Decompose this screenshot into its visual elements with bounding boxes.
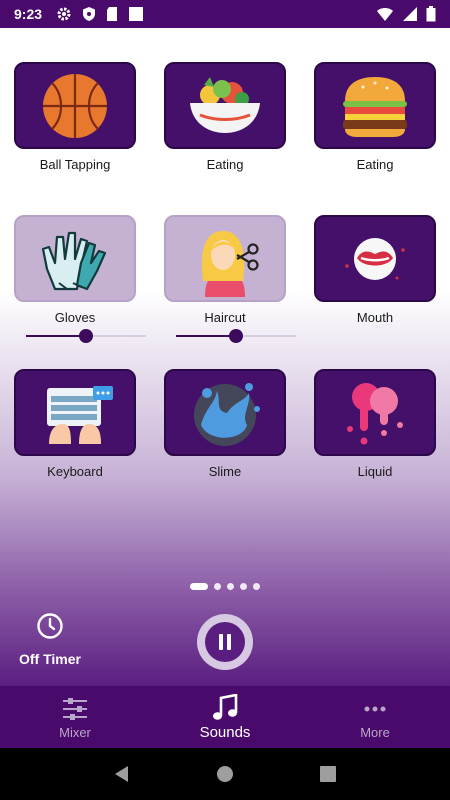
clock-icon	[37, 613, 63, 639]
battery-icon	[426, 6, 436, 22]
page-dot[interactable]	[240, 583, 247, 590]
wifi-icon	[377, 8, 393, 21]
off-timer-button[interactable]: Off Timer	[14, 612, 86, 667]
sound-tile-liquid[interactable]	[314, 369, 436, 456]
sound-tile-gloves[interactable]	[14, 215, 136, 302]
basketball-icon	[43, 73, 107, 138]
tile-label: Eating	[206, 157, 244, 172]
tile-label: Mouth	[356, 310, 394, 325]
tile-label: Eating	[356, 157, 394, 172]
sound-tile-eating-burger[interactable]	[314, 62, 436, 149]
signal-icon	[403, 7, 417, 21]
sound-tile-ball-tapping[interactable]	[14, 62, 136, 149]
slime-icon	[194, 382, 260, 446]
volume-thumb[interactable]	[229, 329, 243, 343]
keyboard-icon	[47, 385, 113, 444]
volume-slider-haircut[interactable]	[176, 329, 296, 343]
sound-tile-keyboard[interactable]	[14, 369, 136, 456]
liquid-icon	[347, 382, 403, 444]
nav-item-mixer[interactable]: Mixer	[0, 686, 150, 748]
nav-item-sounds[interactable]: Sounds	[150, 686, 300, 748]
page-dot-active[interactable]	[190, 583, 208, 590]
page-dot[interactable]	[227, 583, 234, 590]
mouth-icon	[345, 237, 405, 280]
page-indicator	[0, 583, 450, 590]
volume-thumb[interactable]	[79, 329, 93, 343]
haircut-icon	[201, 230, 259, 297]
status-time: 9:23	[14, 6, 43, 22]
pause-button[interactable]	[197, 614, 253, 670]
off-timer-label: Off Timer	[19, 651, 81, 667]
salad-bowl-icon	[190, 76, 260, 133]
system-nav-bar	[0, 748, 450, 800]
nav-label-mixer: Mixer	[59, 724, 91, 740]
nav-label-sounds: Sounds	[199, 723, 251, 741]
sound-tile-eating-salad[interactable]	[164, 62, 286, 149]
sound-tile-haircut[interactable]	[164, 215, 286, 302]
tile-label: Gloves	[54, 310, 96, 325]
volume-fill	[26, 335, 86, 337]
dots-icon	[364, 706, 386, 711]
nav-item-more[interactable]: More	[300, 686, 450, 748]
gear-icon	[57, 7, 71, 21]
back-icon[interactable]	[113, 765, 131, 783]
sd-card-icon	[107, 7, 118, 21]
tile-label: Ball Tapping	[39, 157, 111, 172]
sound-tile-mouth[interactable]	[314, 215, 436, 302]
status-bar: 9:23	[0, 0, 450, 28]
tile-label: Keyboard	[47, 464, 103, 479]
tile-label: Liquid	[357, 464, 393, 479]
tile-label: Haircut	[204, 310, 246, 325]
volume-slider-gloves[interactable]	[26, 329, 146, 343]
nav-label-more: More	[360, 724, 390, 740]
pause-icon	[205, 622, 245, 662]
volume-fill	[176, 335, 236, 337]
burger-icon	[343, 76, 407, 137]
tile-label: Slime	[208, 464, 242, 479]
home-icon[interactable]	[216, 765, 234, 783]
music-note-icon	[213, 693, 238, 720]
bottom-nav: Mixer Sounds More	[0, 686, 450, 748]
sliders-icon	[63, 697, 87, 720]
page-dot[interactable]	[214, 583, 221, 590]
shield-icon	[83, 7, 96, 21]
square-icon	[129, 7, 144, 21]
gloves-icon	[41, 231, 107, 290]
recents-icon[interactable]	[319, 765, 337, 783]
sound-tile-slime[interactable]	[164, 369, 286, 456]
page-dot[interactable]	[253, 583, 260, 590]
